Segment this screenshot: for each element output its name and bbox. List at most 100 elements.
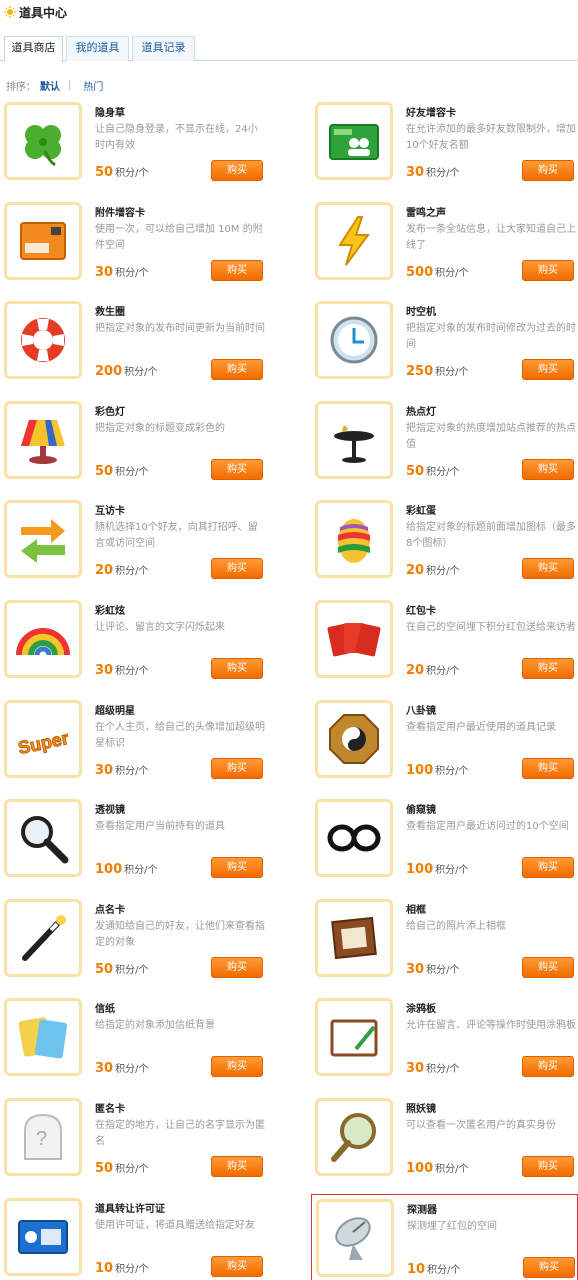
- sort-option-default[interactable]: 默认: [40, 78, 60, 93]
- item-card: 互访卡 随机选择10个好友，向其打招呼、留言或访问空间 20 积分/个 购买: [0, 496, 285, 586]
- item-name: 附件增容卡: [95, 207, 145, 219]
- item-price-unit: 积分/个: [426, 1064, 460, 1076]
- buy-button[interactable]: 购买: [211, 558, 263, 580]
- item-card: 探测器 探测埋了红包的空间 10 积分/个 购买: [311, 1193, 578, 1280]
- item-price-unit: 积分/个: [115, 1263, 149, 1275]
- buy-button[interactable]: 购买: [522, 458, 574, 480]
- sort-option-hot[interactable]: 热门: [83, 78, 103, 93]
- item-price-value: 100: [95, 862, 123, 878]
- buy-button[interactable]: 购买: [211, 1255, 263, 1277]
- item-price-value: 20: [95, 563, 114, 579]
- page-title-text: 道具中心: [19, 5, 68, 20]
- item-name: 彩虹炫: [95, 606, 125, 617]
- item-icon-frame: [315, 898, 393, 977]
- hand-mirror-icon: [331, 1113, 376, 1162]
- buy-button[interactable]: 购买: [522, 160, 574, 181]
- item-card: 红包卡 在自己的空间埋下积分红包送给来访者 20 积分/个 购买: [311, 596, 578, 686]
- buy-button[interactable]: 购买: [522, 1056, 574, 1078]
- buy-button[interactable]: 购买: [211, 658, 263, 679]
- item-icon-frame: [4, 400, 82, 479]
- buy-button[interactable]: 购买: [522, 259, 574, 281]
- buy-button[interactable]: 购买: [211, 359, 263, 381]
- item-icon-frame: [315, 799, 393, 878]
- item-icon-frame: [4, 301, 82, 380]
- item-icon-frame: [4, 1197, 82, 1276]
- item-icon-frame: [4, 799, 82, 878]
- item-description: 使用许可证，将道具赠送给指定好友: [95, 1219, 255, 1231]
- buy-button[interactable]: 购买: [211, 1056, 263, 1078]
- item-icon-frame: [315, 600, 393, 678]
- buy-button[interactable]: 购买: [522, 658, 574, 679]
- buy-button[interactable]: 购买: [522, 757, 574, 779]
- item-icon-frame: [315, 301, 393, 380]
- item-description: 在允许添加的最多好友数限制外，增加10个好友名额: [406, 124, 576, 151]
- buy-button[interactable]: 购买: [522, 857, 574, 879]
- tab-records[interactable]: 道具记录: [132, 36, 195, 61]
- buy-button[interactable]: 购买: [211, 458, 263, 480]
- item-price-value: 10: [95, 1260, 114, 1276]
- sketchpad-icon: [330, 1019, 378, 1057]
- item-price-unit: 积分/个: [124, 865, 158, 877]
- item-description: 把指定对象的热度增加站点推荐的热点值: [406, 422, 576, 450]
- item-price: 50 积分/个: [406, 463, 459, 479]
- buy-button[interactable]: 购买: [523, 1256, 575, 1278]
- item-icon-frame: [315, 998, 393, 1077]
- item-card: 时空机 把指定对象的发布时间修改为过去的时间 250 积分/个 购买: [311, 297, 578, 387]
- item-card: 救生圈 把指定对象的发布时间更新为当前时间 200 积分/个 购买: [0, 297, 285, 387]
- clock-icon: [330, 316, 378, 364]
- buy-button[interactable]: 购买: [211, 160, 263, 181]
- buy-button[interactable]: 购买: [211, 259, 263, 281]
- item-price: 50 积分/个: [95, 463, 148, 479]
- tab-shop[interactable]: 道具商店: [4, 36, 63, 62]
- buy-button[interactable]: 购买: [211, 757, 263, 779]
- item-name: 隐身草: [95, 108, 125, 119]
- tab-my-items[interactable]: 我的道具: [66, 36, 129, 61]
- item-price: 100 积分/个: [406, 1160, 469, 1176]
- item-description: 查看指定用户当前持有的道具: [95, 821, 225, 833]
- buy-button[interactable]: 购买: [522, 956, 574, 978]
- buy-button[interactable]: 购买: [211, 956, 263, 978]
- item-price-value: 20: [406, 563, 425, 579]
- item-price-unit: 积分/个: [435, 1164, 469, 1175]
- item-price-value: 200: [95, 364, 123, 380]
- item-price: 30 积分/个: [95, 264, 148, 280]
- item-description: 可以查看一次匿名用户的真实身份: [406, 1120, 556, 1131]
- item-price: 100 积分/个: [406, 861, 469, 877]
- item-name: 互访卡: [95, 506, 125, 518]
- item-description: 发布一条全站信息，让大家知道自己上线了: [406, 223, 576, 251]
- item-description: 在个人主页，给自己的头像增加超级明星标识: [95, 721, 265, 749]
- item-description: 让评论、留言的文字闪烁起来: [95, 622, 225, 633]
- item-icon-frame: [315, 699, 393, 778]
- item-card: 照妖镜 可以查看一次匿名用户的真实身份 100 积分/个 购买: [311, 1094, 578, 1184]
- item-description: 查看指定用户最近访问过的10个空间: [406, 821, 569, 833]
- buy-button[interactable]: 购买: [522, 1156, 574, 1177]
- photo-frame-icon: [331, 916, 377, 959]
- item-price: 500 积分/个: [406, 264, 469, 280]
- item-price-value: 30: [95, 264, 114, 280]
- transfer-license-icon: [18, 1219, 68, 1254]
- exchange-arrows-icon: [21, 519, 65, 564]
- rainbow-lamp-icon: [21, 419, 65, 464]
- item-price-value: 30: [406, 961, 425, 977]
- item-icon-frame: [315, 102, 393, 180]
- item-price-value: 50: [406, 463, 425, 479]
- buy-button[interactable]: 购买: [211, 1156, 263, 1177]
- item-description: 让自己隐身登录，不显示在线，24小时内有效: [95, 124, 258, 151]
- item-icon-frame: [4, 998, 82, 1077]
- item-card: 隐身草 让自己隐身登录，不显示在线，24小时内有效 50 积分/个 购买: [0, 98, 285, 188]
- buy-button[interactable]: 购买: [522, 558, 574, 580]
- item-card: 彩虹蛋 给指定对象的标题前面增加图标（最多8个图标） 20 积分/个 购买: [311, 496, 578, 586]
- item-name: 彩虹蛋: [406, 506, 436, 518]
- item-name: 相框: [406, 904, 426, 916]
- item-name: 涂鸦板: [406, 1004, 436, 1016]
- item-price-value: 50: [95, 1161, 114, 1176]
- bagua-mirror-icon: [329, 713, 379, 764]
- lifebuoy-icon: [21, 318, 65, 363]
- buy-button[interactable]: 购买: [211, 857, 263, 879]
- buy-button[interactable]: 购买: [522, 359, 574, 381]
- item-price-unit: 积分/个: [115, 1164, 149, 1175]
- item-name: 好友增容卡: [406, 108, 456, 119]
- item-name: 偷窥镜: [406, 805, 436, 817]
- item-icon-frame: [4, 201, 82, 280]
- item-name: 彩色灯: [95, 406, 125, 418]
